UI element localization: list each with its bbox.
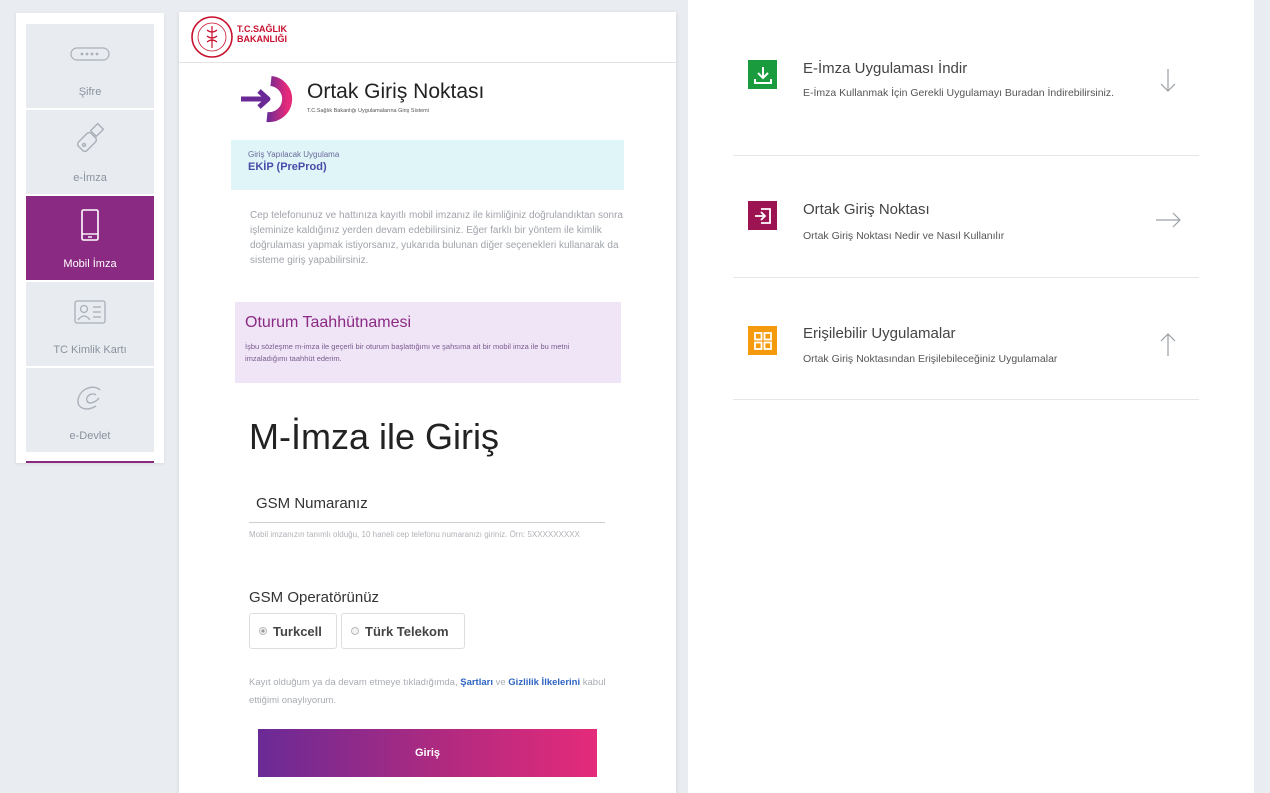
- arrow-right-icon: [1153, 205, 1183, 235]
- usb-token-icon: [26, 122, 154, 158]
- sidebar-item-tc-kimlik[interactable]: TC Kimlik Kartı: [26, 282, 154, 366]
- sidebar-item-sifre[interactable]: Şifre: [26, 24, 154, 108]
- row-description: Ortak Giriş Noktası Nedir ve Nasıl Kulla…: [803, 230, 1005, 242]
- terms-link[interactable]: Şartları: [460, 677, 493, 688]
- ministry-line-2: BAKANLIĞI: [237, 34, 287, 44]
- sidebar-item-e-imza[interactable]: e-İmza: [26, 110, 154, 194]
- row-description: Ortak Giriş Noktasından Erişilebileceğin…: [803, 353, 1058, 365]
- radio-selected-icon: [259, 627, 267, 635]
- accessible-apps-row[interactable]: Erişilebilir Uygulamalar Ortak Giriş Nok…: [733, 277, 1199, 400]
- sidebar-active-underline: [26, 461, 154, 463]
- session-commitment-box: Oturum Taahhütnamesi İşbu sözleşme m-imz…: [235, 302, 621, 383]
- arrow-up-icon: [1153, 330, 1183, 360]
- login-icon: [748, 201, 777, 230]
- sidebar-item-label: TC Kimlik Kartı: [53, 344, 127, 356]
- ortak-giris-logo-icon: [237, 74, 297, 124]
- consent-part: ve: [492, 677, 509, 688]
- login-submit-button[interactable]: Giriş: [258, 729, 597, 777]
- operator-label: Türk Telekom: [365, 623, 449, 639]
- sidebar-item-label: Şifre: [78, 86, 102, 98]
- login-method-sidebar: Şifre e-İmza Mobil İmza TC Kimlik Kartı …: [16, 13, 164, 463]
- apps-grid-icon: [748, 326, 777, 355]
- row-title: Ortak Giriş Noktası: [803, 201, 930, 218]
- target-application-box: Giriş Yapılacak Uygulama EKİP (PreProd): [231, 140, 624, 190]
- info-text: Cep telefonunuz ve hattınıza kayıtlı mob…: [250, 210, 623, 266]
- consent-part: Kayıt olduğum ya da devam etmeye tıkladı…: [249, 677, 461, 688]
- login-card: T.C.SAĞLIK BAKANLIĞI Ortak Giriş Noktası…: [179, 12, 676, 793]
- ministry-name: T.C.SAĞLIK BAKANLIĞI: [237, 24, 287, 44]
- ministry-seal-icon: [189, 14, 235, 60]
- operator-label: Turkcell: [273, 623, 322, 639]
- download-icon: [748, 60, 777, 89]
- ministry-line-1: T.C.SAĞLIK: [237, 24, 288, 34]
- brand-title: Ortak Giriş Noktası: [307, 80, 485, 103]
- commitment-text: İşbu sözleşme m-imza ile geçerli bir otu…: [245, 342, 570, 363]
- ortak-giris-info-row[interactable]: Ortak Giriş Noktası Ortak Giriş Noktası …: [733, 155, 1199, 278]
- target-app-name: EKİP (PreProd): [248, 161, 327, 173]
- e-imza-download-row[interactable]: E-İmza Uygulaması İndir E-İmza Kullanmak…: [733, 33, 1199, 156]
- operator-option-turk-telekom[interactable]: Türk Telekom: [341, 613, 465, 649]
- target-app-caption: Giriş Yapılacak Uygulama: [248, 150, 340, 159]
- sidebar-item-mobil-imza[interactable]: Mobil İmza: [26, 196, 154, 280]
- operator-option-turkcell[interactable]: Turkcell: [249, 613, 337, 649]
- sidebar-item-label: Mobil İmza: [63, 258, 117, 270]
- arrow-down-icon: [1153, 65, 1183, 95]
- sidebar-item-e-devlet[interactable]: e-Devlet: [26, 368, 154, 452]
- row-title: Erişilebilir Uygulamalar: [803, 325, 956, 342]
- e-devlet-icon: [26, 380, 154, 416]
- gsm-number-input[interactable]: [249, 490, 605, 523]
- sidebar-item-label: e-Devlet: [69, 430, 111, 442]
- row-title: E-İmza Uygulaması İndir: [803, 60, 968, 77]
- radio-unselected-icon: [351, 627, 359, 635]
- commitment-title: Oturum Taahhütnamesi: [245, 314, 412, 331]
- privacy-policy-link[interactable]: Gizlilik İlkelerini: [508, 677, 580, 688]
- consent-text: Kayıt olduğum ya da devam etmeye tıkladı…: [249, 674, 609, 710]
- sidebar-item-label: e-İmza: [73, 172, 107, 184]
- id-card-icon: [26, 294, 154, 330]
- gsm-number-hint: Mobil imzanızın tanımlı olduğu, 10 hanel…: [249, 530, 580, 539]
- card-header: T.C.SAĞLIK BAKANLIĞI: [179, 12, 676, 63]
- form-title: M-İmza ile Giriş: [249, 416, 499, 457]
- row-description: E-İmza Kullanmak İçin Gerekli Uygulamayı…: [803, 87, 1115, 99]
- mobile-phone-icon: [26, 208, 154, 244]
- gsm-operator-label: GSM Operatörünüz: [249, 589, 380, 606]
- brand-subtitle: T.C.Sağlık Bakanlığı Uygulamalarına Giri…: [307, 108, 429, 114]
- password-dots-icon: [26, 36, 154, 72]
